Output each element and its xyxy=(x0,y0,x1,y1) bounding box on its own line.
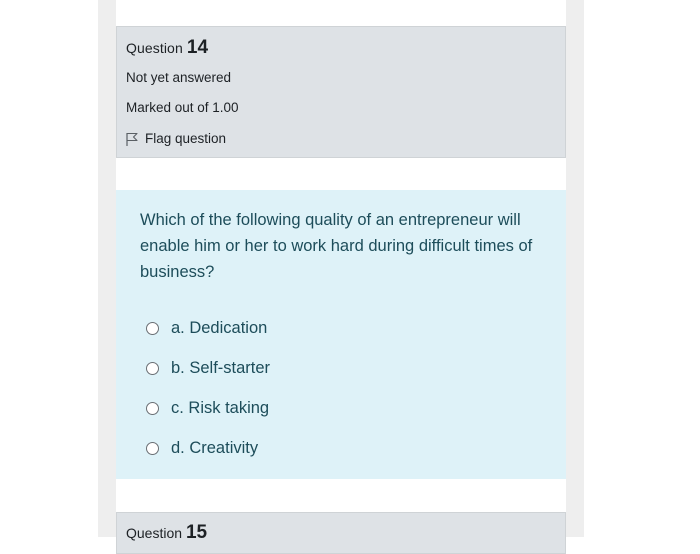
answer-option-d[interactable]: d. Creativity xyxy=(146,428,270,468)
question-formulation: Which of the following quality of an ent… xyxy=(116,190,566,479)
next-question-number: 15 xyxy=(185,522,208,543)
question-text: Which of the following quality of an ent… xyxy=(140,211,533,281)
flag-question-label: Flag question xyxy=(145,131,227,146)
radio-button-icon[interactable] xyxy=(146,321,159,335)
answer-label: b. Self-starter xyxy=(171,358,271,377)
question-grade: Marked out of 1.00 xyxy=(126,100,239,115)
radio-button-icon[interactable] xyxy=(146,361,159,375)
next-question-heading: Question 15 xyxy=(126,522,207,544)
question-heading: Question 14 xyxy=(126,37,208,59)
radio-button-icon[interactable] xyxy=(146,401,159,415)
next-question-info-panel: Question 15 xyxy=(116,512,566,554)
question-info-panel: Question 14 Not yet answered Marked out … xyxy=(116,26,566,158)
quiz-content: Question 14 Not yet answered Marked out … xyxy=(116,0,566,554)
answer-option-a[interactable]: a. Dedication xyxy=(146,308,270,348)
answer-label: d. Creativity xyxy=(171,438,259,457)
answer-options: a. Dedication b. Self-starter c. Risk ta… xyxy=(146,308,270,468)
question-number: 14 xyxy=(186,37,209,58)
question-label: Question xyxy=(126,40,183,56)
answer-option-c[interactable]: c. Risk taking xyxy=(146,388,270,428)
answer-option-b[interactable]: b. Self-starter xyxy=(146,348,270,388)
flag-icon xyxy=(126,132,138,146)
radio-button-icon[interactable] xyxy=(146,441,159,455)
answer-label: c. Risk taking xyxy=(171,398,270,417)
question-state: Not yet answered xyxy=(126,70,232,85)
answer-label: a. Dedication xyxy=(171,318,268,337)
page-left-margin xyxy=(98,0,116,537)
page-right-margin xyxy=(566,0,584,537)
flag-question-button[interactable]: Flag question xyxy=(126,131,226,146)
next-question-label: Question xyxy=(126,525,183,541)
